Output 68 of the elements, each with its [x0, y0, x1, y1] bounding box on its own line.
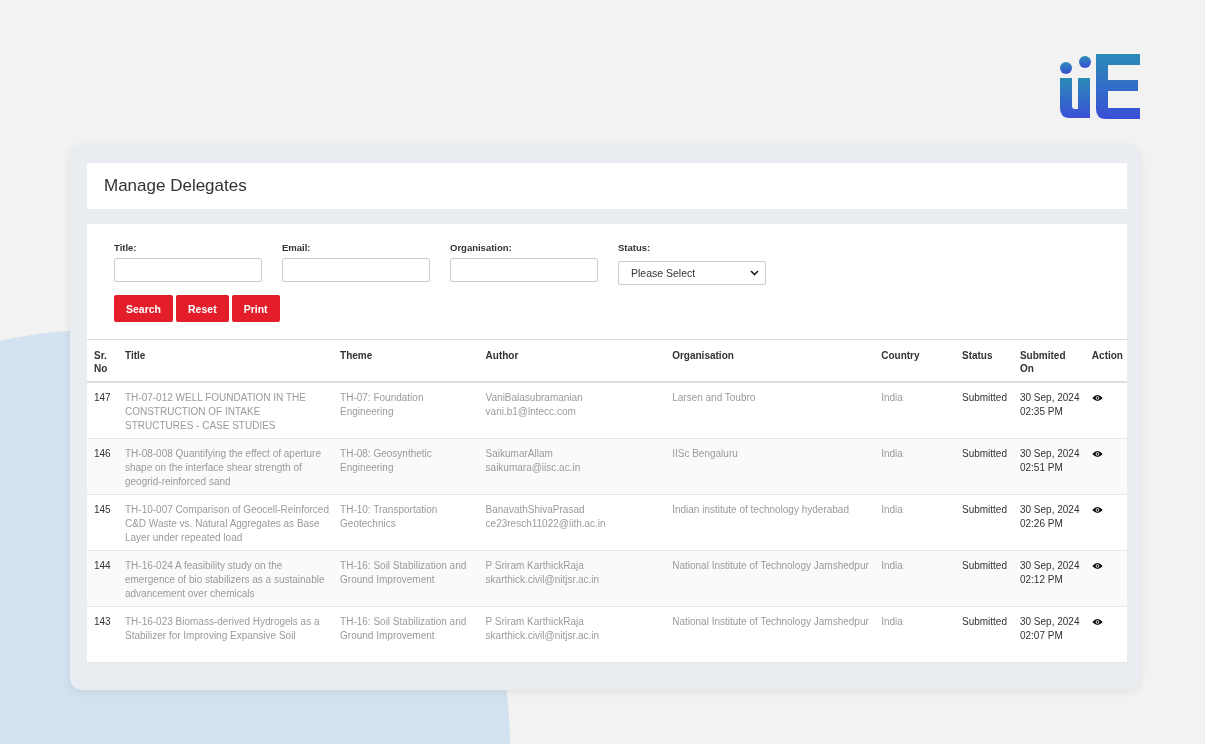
blurred-text: TH-08-008 Quantifying the effect of aperture shape on the interface shear strength of geogrid-reinforced sand: [124, 448, 321, 487]
column-header: Country: [874, 339, 955, 382]
table-cell: 30 Sep, 2024 02:26 PM: [1012, 494, 1085, 551]
table-cell: 30 Sep, 2024 02:12 PM: [1012, 550, 1085, 607]
table-cell: 144: [87, 550, 118, 607]
column-header: Author: [478, 339, 666, 382]
filter-button[interactable]: Print: [231, 295, 280, 322]
table-cell: Submitted: [954, 550, 1013, 607]
blurred-text: VaniBalasubramanian vani.b1@lntecc.com: [485, 392, 583, 417]
filter-button[interactable]: Search: [114, 295, 174, 322]
blurred-text: National Institute of Technology Jamshedpur: [672, 616, 869, 627]
field-label: Title:: [114, 242, 138, 253]
blurred-text: India: [881, 392, 903, 403]
column-header: Sr. No: [87, 339, 118, 382]
input-field[interactable]: [450, 258, 598, 282]
blurred-text: India: [881, 448, 903, 459]
blurred-text: IISc Bengaluru: [672, 448, 738, 459]
column-header: Title: [117, 339, 334, 382]
table-cell: 145: [87, 494, 118, 551]
blurred-text: TH-16-023 Biomass-derived Hydrogels as a Stabilizer for Improving Expansive Soil: [124, 616, 320, 641]
view-icon[interactable]: [1091, 506, 1103, 514]
field-label: Email:: [282, 242, 312, 253]
table-cell: Submitted: [954, 382, 1013, 439]
table-cell: Submitted: [954, 494, 1013, 551]
blurred-text: TH-08: Geosynthetic Engineering: [340, 448, 432, 473]
blurred-text: National Institute of Technology Jamshedpur: [672, 560, 869, 571]
blurred-text: TH-07-012 WELL FOUNDATION IN THE CONSTRUCTION OF INTAKE STRUCTURES - CASE STUDIES: [124, 392, 306, 431]
input-field[interactable]: [114, 258, 262, 282]
table-cell: 30 Sep, 2024 02:35 PM: [1012, 382, 1085, 439]
blurred-text: P Sriram KarthickRaja skarthick.civil@nitjsr.ac.in: [485, 560, 600, 585]
blurred-text: BanavathShivaPrasad ce23resch11022@iith.ac.in: [485, 504, 606, 529]
blurred-text: India: [881, 616, 903, 627]
column-header: Organisation: [665, 339, 875, 382]
filter-button[interactable]: Reset: [176, 295, 229, 322]
table-cell: 30 Sep, 2024 02:51 PM: [1012, 438, 1085, 495]
table-cell: Submitted: [954, 606, 1013, 663]
column-header: Action: [1084, 339, 1127, 382]
blurred-text: SaikumarAllam saikumara@iisc.ac.in: [485, 448, 581, 473]
blurred-text: India: [881, 560, 903, 571]
table-cell: 143: [87, 606, 118, 663]
blurred-text: TH-16: Soil Stabilization and Ground Improvement: [340, 616, 467, 641]
blurred-text: Indian institute of technology hyderabad: [672, 504, 849, 515]
page-title: Manage Delegates: [104, 176, 247, 196]
column-header: Theme: [333, 339, 479, 382]
table-cell: 147: [87, 382, 118, 439]
table-cell: 146: [87, 438, 118, 495]
blurred-text: Larsen and Toubro: [672, 392, 756, 403]
view-icon[interactable]: [1091, 450, 1103, 458]
table-cell: 30 Sep, 2024 02:07 PM: [1012, 606, 1085, 663]
status-dropdown[interactable]: Please Select: [618, 261, 766, 285]
field-label: Organisation:: [450, 242, 513, 253]
blurred-text: TH-10: Transportation Geotechnics: [340, 504, 438, 529]
logo-icon: [1058, 54, 1140, 119]
blurred-text: TH-16-024 A feasibility study on the emergence of bio stabilizers as a sustainable advancement over chemicals: [124, 560, 325, 599]
blurred-text: TH-10-007 Comparison of Geocell-Reinforced C&D Waste vs. Natural Aggregates as Base Layer under repeated load: [124, 504, 329, 543]
column-header: Submited On: [1012, 339, 1085, 382]
view-icon[interactable]: [1091, 394, 1103, 402]
blurred-text: P Sriram KarthickRaja skarthick.civil@nitjsr.ac.in: [485, 616, 600, 641]
chevron-down-icon: [750, 270, 759, 276]
column-header: Status: [954, 339, 1013, 382]
table-cell: Submitted: [954, 438, 1013, 495]
field-label: Status:: [618, 242, 652, 253]
view-icon[interactable]: [1091, 618, 1103, 626]
view-icon[interactable]: [1091, 562, 1103, 570]
blurred-text: India: [881, 504, 903, 515]
input-field[interactable]: [282, 258, 430, 282]
blurred-text: TH-16: Soil Stabilization and Ground Improvement: [340, 560, 467, 585]
blurred-text: TH-07: Foundation Engineering: [340, 392, 424, 417]
